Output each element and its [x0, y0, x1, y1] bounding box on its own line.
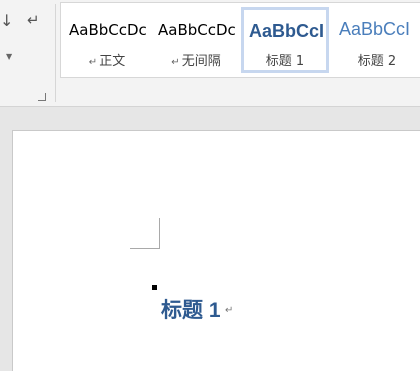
- style-preview: AaBbCcI: [339, 19, 411, 39]
- style-preview: AaBbCcDc: [158, 21, 236, 39]
- style-normal[interactable]: AaBbCcDc ↵ 正文: [63, 7, 151, 73]
- margin-corner-mark: [130, 218, 160, 249]
- group-divider: [55, 4, 56, 102]
- style-label: ↵ 正文: [63, 50, 151, 69]
- dialog-launcher-icon[interactable]: [38, 93, 46, 101]
- style-name: 无间隔: [181, 54, 221, 69]
- sort-icon[interactable]: ↓: [0, 11, 13, 30]
- style-name: 标题 1: [265, 54, 305, 69]
- paragraph-mark-icon: ↵: [171, 57, 180, 68]
- style-label: ↵ 无间隔: [152, 50, 240, 69]
- style-preview: AaBbCcI: [249, 21, 325, 41]
- document-canvas: 标题 1 ↵: [0, 107, 420, 371]
- chevron-down-icon[interactable]: ▼: [6, 52, 12, 61]
- style-name: 正文: [99, 54, 126, 69]
- paragraph-mark-icon: ↵: [225, 305, 234, 316]
- style-heading-1[interactable]: AaBbCcI 标题 1: [241, 7, 329, 73]
- document-page[interactable]: 标题 1 ↵: [12, 130, 420, 371]
- document-heading[interactable]: 标题 1: [161, 294, 221, 324]
- style-name: 标题 2: [357, 54, 397, 69]
- show-paragraph-marks-icon[interactable]: ↵: [27, 11, 40, 29]
- style-no-spacing[interactable]: AaBbCcDc ↵ 无间隔: [152, 7, 240, 73]
- paragraph-mark-icon: ↵: [88, 57, 98, 68]
- style-preview: AaBbCcDc: [69, 21, 147, 39]
- ribbon: ↓ ↵ ▼ AaBbCcDc ↵ 正文 AaBbCcDc ↵ 无间隔 AaBbCcI…: [0, 0, 420, 107]
- style-heading-2[interactable]: AaBbCcI 标题 2: [333, 7, 420, 73]
- styles-gallery: AaBbCcDc ↵ 正文 AaBbCcDc ↵ 无间隔 AaBbCcI 标题 1 …: [60, 2, 420, 78]
- heading-marker: [152, 285, 157, 290]
- paragraph-group: ↓ ↵ ▼: [0, 0, 56, 106]
